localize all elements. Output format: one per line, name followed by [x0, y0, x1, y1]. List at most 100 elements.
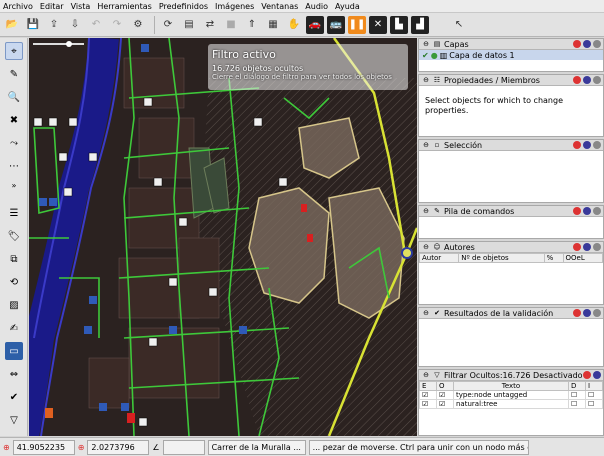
settings-panel-icon[interactable] — [593, 76, 601, 84]
delete-icon[interactable]: ✖ — [5, 111, 23, 129]
collapse-icon[interactable]: ⊖ — [422, 40, 430, 48]
authors-col-author[interactable]: Autor — [418, 253, 460, 263]
menu-predefinidos[interactable]: Predefinidos — [159, 2, 208, 11]
hide-checkbox[interactable]: ☑ — [436, 399, 454, 409]
upload-icon[interactable]: ⇪ — [45, 16, 63, 34]
hide-checkbox[interactable]: ☑ — [436, 390, 454, 400]
filter-icon[interactable]: ▤ — [180, 16, 198, 34]
filter-col-text[interactable]: Texto — [453, 381, 569, 391]
menu-vista[interactable]: Vista — [71, 2, 91, 11]
selection-panel-header[interactable]: ⊖ ▫ Selección — [419, 140, 603, 151]
delete-checkbox[interactable]: ☐ — [567, 399, 586, 409]
validation-panel-header[interactable]: ⊖ ✔ Resultados de la validación — [419, 308, 603, 319]
selected-node[interactable] — [401, 247, 413, 259]
zoom-icon[interactable]: 🔍 — [5, 88, 23, 106]
filter-col-o[interactable]: O — [436, 381, 454, 391]
map-paint-icon[interactable]: ▨ — [5, 296, 23, 314]
zoom-slider-handle[interactable] — [66, 41, 72, 47]
filter-col-e[interactable]: E — [419, 381, 437, 391]
validate-icon[interactable]: ✔ — [5, 388, 23, 406]
properties-panel-header[interactable]: ⊖ ☷ Propiedades / Miembros — [419, 75, 603, 86]
settings-panel-icon[interactable] — [593, 40, 601, 48]
hand-icon[interactable]: ✋ — [285, 16, 303, 34]
more-icon[interactable]: » — [5, 180, 23, 190]
collapse-icon[interactable]: ⊖ — [422, 243, 430, 251]
open-file-icon[interactable]: 📂 — [3, 16, 21, 34]
close-panel-icon[interactable] — [583, 371, 591, 379]
menu-imagenes[interactable]: Imágenes — [215, 2, 254, 11]
visible-icon[interactable]: ✔ — [422, 51, 429, 60]
tag-icon[interactable]: 🏷 — [5, 227, 23, 245]
settings-panel-icon[interactable] — [593, 243, 601, 251]
close-panel-icon[interactable] — [573, 76, 581, 84]
filter-toggle-icon[interactable]: ⇔ — [5, 365, 23, 383]
map-icon[interactable]: ▦ — [264, 16, 282, 34]
menu-herramientas[interactable]: Herramientas — [97, 2, 152, 11]
detach-panel-icon[interactable] — [583, 207, 591, 215]
relation-icon[interactable]: ⧉ — [5, 250, 23, 268]
warning-icon[interactable]: ▽ — [5, 411, 23, 429]
detach-panel-icon[interactable] — [583, 243, 591, 251]
collapse-icon[interactable]: ⊖ — [422, 309, 430, 317]
building-icon[interactable]: ▙ — [390, 15, 408, 34]
detach-panel-icon[interactable] — [583, 40, 591, 48]
save-icon[interactable]: 💾 — [24, 16, 42, 34]
close-panel-icon[interactable] — [573, 141, 581, 149]
authors-panel-header[interactable]: ⊖ ☺ Autores — [419, 242, 603, 253]
settings-panel-icon[interactable] — [593, 141, 601, 149]
authors-col-percent[interactable]: % — [543, 253, 564, 263]
combine-icon[interactable]: ⋯ — [5, 157, 23, 175]
commands-panel-header[interactable]: ⊖ ✎ Pila de comandos — [419, 206, 603, 217]
clear-icon[interactable]: ■ — [222, 16, 240, 34]
split-icon[interactable]: ⤳ — [5, 134, 23, 152]
settings-panel-icon[interactable] — [593, 309, 601, 317]
undo-icon[interactable]: ↶ — [87, 16, 105, 34]
close-icon[interactable]: ✕ — [369, 15, 387, 34]
sync-icon[interactable]: ⇄ — [201, 16, 219, 34]
detach-panel-icon[interactable] — [583, 141, 591, 149]
map-view[interactable]: Filtro activo 16.726 objetos ocultos Cie… — [29, 38, 417, 436]
detach-panel-icon[interactable] — [593, 371, 601, 379]
enable-checkbox[interactable]: ☑ — [419, 390, 437, 400]
invert-checkbox[interactable]: ☐ — [584, 399, 604, 409]
close-panel-icon[interactable] — [573, 243, 581, 251]
upload-osm-icon[interactable]: ⇑ — [243, 16, 261, 34]
notes-icon[interactable]: ▭ — [5, 342, 23, 360]
map-canvas[interactable] — [29, 38, 417, 436]
invert-checkbox[interactable]: ☐ — [584, 390, 604, 400]
layers-panel-header[interactable]: ⊖ ▤ Capas — [419, 39, 603, 50]
car-icon[interactable]: 🚗 — [306, 15, 324, 34]
filter-col-i[interactable]: I — [584, 381, 604, 391]
table-row[interactable]: ☑ ☑ type:node untagged ☐ ☐ — [419, 390, 604, 400]
filter-panel-header[interactable]: ⊖ ▽ Filtrar Ocultos:16.726 Desactivado — [419, 370, 603, 381]
layers-icon[interactable]: ☰ — [5, 204, 23, 222]
redo-icon[interactable]: ↷ — [108, 16, 126, 34]
settings-panel-icon[interactable] — [593, 207, 601, 215]
collapse-icon[interactable]: ⊖ — [422, 207, 430, 215]
collapse-icon[interactable]: ⊖ — [422, 76, 430, 84]
close-panel-icon[interactable] — [573, 309, 581, 317]
menu-ventanas[interactable]: Ventanas — [261, 2, 298, 11]
menu-ayuda[interactable]: Ayuda — [335, 2, 360, 11]
close-panel-icon[interactable] — [573, 40, 581, 48]
update-icon[interactable]: ⟳ — [159, 16, 177, 34]
menu-editar[interactable]: Editar — [40, 2, 64, 11]
bus-icon[interactable]: 🚌 — [327, 15, 345, 34]
select-icon[interactable]: ⌖ — [5, 42, 23, 60]
download-icon[interactable]: ⇩ — [66, 16, 84, 34]
active-icon[interactable]: ● — [431, 51, 438, 60]
history-icon[interactable]: ⟲ — [5, 273, 23, 291]
close-panel-icon[interactable] — [573, 207, 581, 215]
delete-checkbox[interactable]: ☐ — [567, 390, 586, 400]
draw-icon[interactable]: ✎ — [5, 65, 23, 83]
authors-col-extra[interactable]: OOeL — [562, 253, 604, 263]
factory-icon[interactable]: ▟ — [411, 15, 429, 34]
authors-col-count[interactable]: Nº de objetos — [458, 253, 545, 263]
menu-audio[interactable]: Audio — [305, 2, 328, 11]
collapse-icon[interactable]: ⊖ — [422, 141, 430, 149]
filter-col-d[interactable]: D — [567, 381, 586, 391]
edit-icon[interactable]: ✍ — [5, 319, 23, 337]
collapse-icon[interactable]: ⊖ — [422, 371, 430, 379]
pause-icon[interactable]: ❚❚ — [348, 15, 366, 34]
detach-panel-icon[interactable] — [583, 309, 591, 317]
